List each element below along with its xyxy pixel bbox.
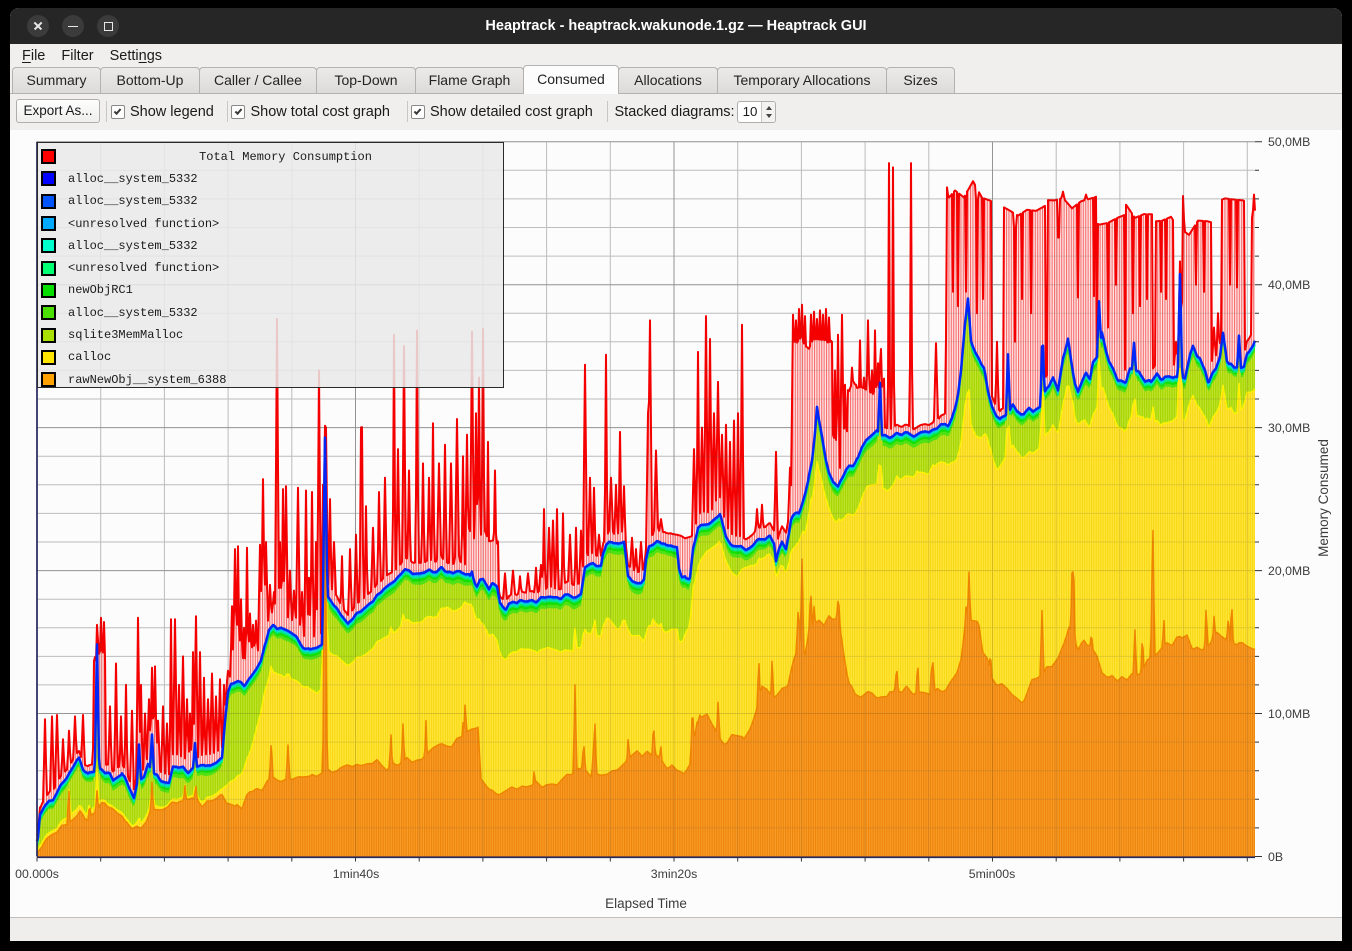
svg-text:20,0MB: 20,0MB bbox=[1268, 564, 1310, 578]
svg-text:Memory Consumed: Memory Consumed bbox=[1316, 439, 1331, 557]
svg-text:0B: 0B bbox=[1268, 850, 1283, 864]
svg-text:40,0MB: 40,0MB bbox=[1268, 278, 1310, 292]
svg-text:3min20s: 3min20s bbox=[651, 867, 697, 881]
svg-text:00.000s: 00.000s bbox=[15, 867, 59, 881]
svg-text:50,0MB: 50,0MB bbox=[1268, 135, 1310, 149]
svg-text:Elapsed Time: Elapsed Time bbox=[605, 896, 687, 911]
svg-text:30,0MB: 30,0MB bbox=[1268, 421, 1310, 435]
svg-text:1min40s: 1min40s bbox=[333, 867, 379, 881]
svg-text:5min00s: 5min00s bbox=[969, 867, 1015, 881]
svg-text:10,0MB: 10,0MB bbox=[1268, 707, 1310, 721]
